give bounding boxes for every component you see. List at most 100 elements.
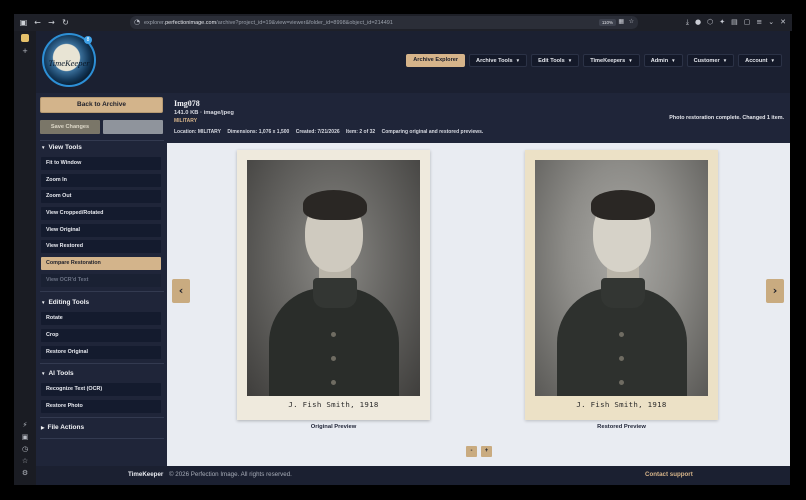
previous-image-button[interactable]: ‹	[172, 279, 190, 303]
image-size: 141.0 KB · image/jpeg	[174, 110, 234, 116]
chevron-down-icon: ▼	[671, 58, 676, 63]
editing-tools-heading[interactable]: ▼ Editing Tools	[41, 299, 89, 306]
footer-brand: TimeKeeper	[128, 471, 164, 478]
contact-support-link[interactable]: Contact support	[645, 471, 693, 478]
nav-archive-tools[interactable]: Archive Tools ▼	[469, 54, 528, 67]
expanded-triangle-icon: ▼	[41, 145, 46, 150]
compare-restoration-button[interactable]: Compare Restoration	[41, 257, 161, 270]
chevron-down-icon: ▼	[567, 58, 573, 63]
zoom-level-badge[interactable]: 110%	[598, 19, 616, 26]
screenshot-icon[interactable]: ▢	[744, 17, 751, 27]
main-nav: Archive Explorer Archive Tools ▼ Edit Too…	[406, 54, 782, 67]
meta-dimensions: Dimensions: 1,076 x 1,500	[227, 129, 290, 135]
footer-copyright: © 2026 Perfection Image. All rights rese…	[169, 471, 292, 478]
tools-sidebar: Back to Archive Save Changes ▼ View Tools…	[36, 93, 167, 466]
extensions-icon[interactable]: ⬡	[707, 17, 713, 27]
original-preview-label: Original Preview	[310, 424, 357, 430]
image-meta: Location: MILITARY Dimensions: 1,076 x 1…	[174, 129, 488, 135]
browser-toolbar: ▣ ← → ↻ ◔ explorer.perfectionimage.com/a…	[14, 14, 792, 31]
uniform-button	[331, 332, 336, 337]
bookmarks-icon[interactable]: ☆	[19, 457, 31, 467]
restore-photo-button[interactable]: Restore Photo	[41, 400, 161, 413]
secondary-action-button[interactable]	[103, 120, 163, 134]
divider	[40, 438, 164, 439]
next-image-button[interactable]: ›	[766, 279, 784, 303]
nav-admin[interactable]: Admin ▼	[643, 54, 683, 67]
address-bar[interactable]: ◔ explorer.perfectionimage.com/archive?p…	[130, 16, 638, 29]
add-icon[interactable]: +	[19, 47, 31, 57]
recognize-text-ocr-button[interactable]: Recognize Text (OCR)	[41, 383, 161, 396]
download-icon[interactable]: ⤓	[686, 17, 689, 27]
zoom-out-button[interactable]: Zoom Out	[41, 190, 161, 203]
status-message: Photo restoration complete. Changed 1 it…	[669, 115, 784, 121]
nav-edit-tools[interactable]: Edit Tools ▼	[531, 54, 580, 67]
fit-to-window-button[interactable]: Fit to Window	[41, 157, 161, 170]
logo-text: TimeKeeper	[48, 58, 90, 68]
reload-icon[interactable]: ↻	[61, 18, 70, 27]
bookmark-star-icon[interactable]: ☆	[629, 18, 634, 25]
viewer-zoom-out-button[interactable]: -	[466, 446, 477, 457]
library-icon[interactable]: ▤	[731, 17, 738, 27]
image-info-bar: Img078 141.0 KB · image/jpeg MILITARY Lo…	[167, 93, 790, 143]
timekeeper-logo[interactable]: TimeKeeper 8	[42, 33, 96, 87]
viewer-zoom-controls: - +	[466, 446, 492, 457]
restore-original-button[interactable]: Restore Original	[41, 346, 161, 359]
settings-icon[interactable]: ⚙	[19, 469, 31, 479]
forward-icon[interactable]: →	[47, 18, 56, 27]
portrait-collar	[601, 278, 645, 308]
minimize-icon[interactable]: ⌄	[768, 17, 774, 27]
original-photo-caption: J. Fish Smith, 1918	[288, 400, 379, 409]
browser-actions: ⤓ ● ⬡ ✦ ▤ ▢ ≡ ⌄ ✕	[686, 17, 786, 27]
uniform-button	[619, 356, 624, 361]
meta-location: Location: MILITARY	[174, 129, 221, 135]
portrait-collar	[313, 278, 357, 308]
url-text[interactable]: explorer.perfectionimage.com/archive?pro…	[144, 20, 393, 26]
reader-icon[interactable]: ▦	[618, 18, 624, 25]
notes-icon[interactable]: ▣	[19, 433, 31, 443]
file-actions-heading[interactable]: ▶ File Actions	[41, 424, 84, 431]
account-icon[interactable]: ●	[695, 17, 701, 27]
nav-customer[interactable]: Customer ▼	[686, 54, 735, 67]
chevron-down-icon: ▼	[515, 58, 521, 63]
back-icon[interactable]: ←	[33, 18, 42, 27]
divider	[40, 363, 164, 364]
puzzle-icon[interactable]: ✦	[719, 17, 725, 27]
meta-comparing: Comparing original and restored previews…	[381, 129, 484, 135]
uniform-button	[619, 380, 624, 385]
viewer-zoom-in-button[interactable]: +	[481, 446, 492, 457]
app-footer: TimeKeeper © 2026 Perfection Image. All …	[36, 466, 790, 485]
view-tools-heading[interactable]: ▼ View Tools	[41, 144, 82, 151]
divider	[40, 140, 164, 141]
divider	[40, 417, 164, 418]
rotate-button[interactable]: Rotate	[41, 312, 161, 325]
original-photo[interactable]: J. Fish Smith, 1918	[237, 150, 430, 420]
ai-tools-heading[interactable]: ▼ AI Tools	[41, 370, 74, 377]
divider	[40, 291, 164, 292]
nav-account[interactable]: Account ▼	[738, 54, 782, 67]
view-restored-button[interactable]: View Restored	[41, 240, 161, 253]
save-changes-button[interactable]: Save Changes	[40, 120, 100, 134]
menu-icon[interactable]: ≡	[756, 17, 762, 27]
expanded-triangle-icon: ▼	[41, 300, 46, 305]
app-window: TimeKeeper 8 Archive Explorer Archive To…	[36, 31, 790, 485]
meta-created: Created: 7/21/2026	[295, 129, 340, 135]
restored-photo[interactable]: J. Fish Smith, 1918	[525, 150, 718, 420]
nav-archive-explorer[interactable]: Archive Explorer	[406, 54, 466, 67]
back-to-archive-button[interactable]: Back to Archive	[40, 97, 163, 113]
bookmark-folder-icon[interactable]	[21, 34, 29, 42]
extensions-rail-icon[interactable]: ⚡	[19, 421, 31, 431]
logo-badge: 8	[84, 36, 92, 44]
crop-button[interactable]: Crop	[41, 329, 161, 342]
nav-timekeepers[interactable]: TimeKeepers ▼	[583, 54, 640, 67]
view-ocr-text-button[interactable]: View OCR'd Text	[41, 274, 161, 287]
zoom-in-button[interactable]: Zoom In	[41, 174, 161, 187]
view-cropped-rotated-button[interactable]: View Cropped/Rotated	[41, 207, 161, 220]
close-window-icon[interactable]: ✕	[780, 17, 786, 27]
browser-sidebar-rail: + ⚡ ▣ ◷ ☆ ⚙	[14, 31, 36, 485]
restored-photo-image	[535, 160, 708, 396]
view-original-button[interactable]: View Original	[41, 224, 161, 237]
sidebar-toggle-icon[interactable]: ▣	[19, 18, 28, 27]
shield-icon[interactable]: ◔	[134, 18, 140, 26]
history-icon[interactable]: ◷	[19, 445, 31, 455]
uniform-button	[331, 380, 336, 385]
